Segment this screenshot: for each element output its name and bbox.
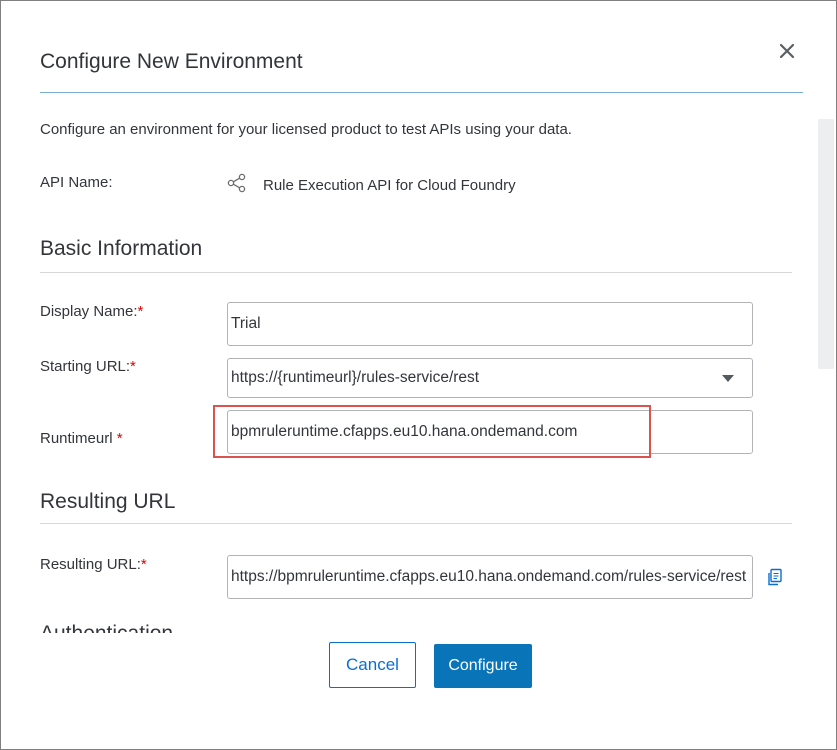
basic-information-divider [40,272,792,273]
configure-environment-dialog: Configure New Environment Configure an e… [0,0,837,750]
title-divider [40,92,803,93]
display-name-input[interactable]: Trial [227,302,753,346]
api-name-value: Rule Execution API for Cloud Foundry [263,177,516,194]
share-icon [227,173,247,193]
starting-url-label-text: Starting URL: [40,358,131,375]
chevron-down-icon[interactable] [722,375,734,382]
highlight-box [213,405,651,458]
authentication-heading: Authentication [40,621,173,633]
dialog-description: Configure an environment for your licens… [40,121,572,138]
resulting-url-divider [40,523,792,524]
required-marker: * [130,358,136,375]
basic-information-heading: Basic Information [40,237,203,260]
display-name-label: Display Name:* [40,303,143,320]
display-name-label-text: Display Name: [40,303,138,320]
copy-icon[interactable] [766,568,784,586]
starting-url-select[interactable]: https://{runtimeurl}/rules-service/rest [227,358,753,398]
resulting-url-label: Resulting URL:* [40,556,147,573]
cancel-button[interactable]: Cancel [329,642,416,688]
starting-url-value: https://{runtimeurl}/rules-service/rest [231,369,480,386]
dialog-title: Configure New Environment [40,50,303,73]
resulting-url-label-text: Resulting URL: [40,556,141,573]
runtimeurl-label-text: Runtimeurl [40,430,113,447]
required-marker: * [137,303,144,320]
resulting-url-heading: Resulting URL [40,490,176,513]
api-name-label: API Name: [40,174,113,191]
close-icon[interactable] [775,39,799,63]
required-marker: * [140,556,147,573]
resulting-url-input[interactable]: https://bpmruleruntime.cfapps.eu10.hana.… [227,555,753,599]
required-marker: * [116,430,123,447]
configure-button[interactable]: Configure [434,644,532,688]
scrollbar[interactable] [818,119,834,369]
runtimeurl-label: Runtimeurl * [40,430,123,447]
starting-url-label: Starting URL:* [40,358,136,375]
